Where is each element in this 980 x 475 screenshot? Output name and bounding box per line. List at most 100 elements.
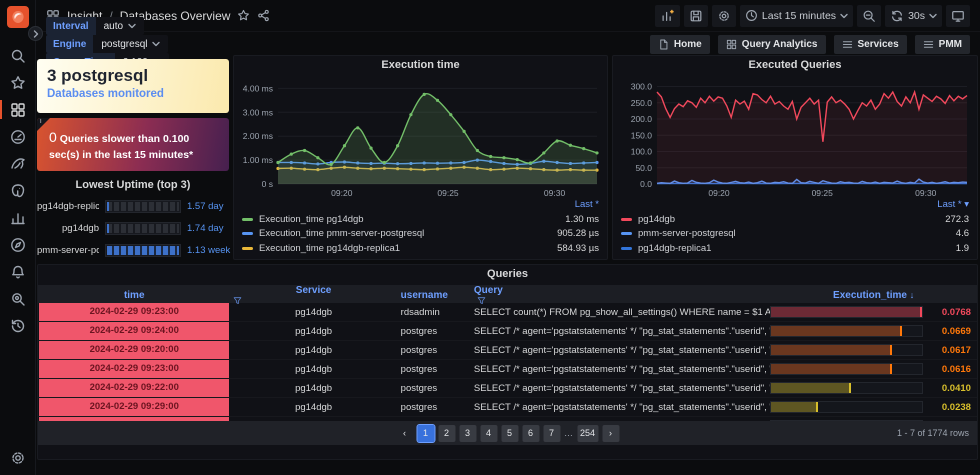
time-range-label: Last 15 minutes: [761, 9, 837, 22]
star-outline-icon[interactable]: [237, 9, 250, 22]
sidebar-item-node[interactable]: [0, 123, 36, 150]
sidebar-expand-button[interactable]: [28, 26, 43, 41]
mysql-dolphin-icon: [10, 157, 25, 169]
sidebar: [0, 0, 36, 475]
dashboard-settings-button[interactable]: [711, 4, 736, 27]
nav-link-home[interactable]: Home: [649, 34, 710, 54]
zoom-out-time-button[interactable]: [857, 4, 882, 27]
sidebar-item-postgresql[interactable]: [0, 177, 36, 204]
pagination-page-2[interactable]: 2: [437, 424, 455, 442]
kiosk-mode-button[interactable]: [946, 4, 970, 27]
column-header-service[interactable]: Service: [230, 285, 396, 305]
legend-label: pg14dgb: [638, 213, 675, 225]
legend-item[interactable]: Execution_time pg14dgb-replica1 584.93 µs: [242, 241, 599, 256]
pagination-page-7[interactable]: 7: [542, 424, 560, 442]
sidebar-item-history[interactable]: [0, 312, 36, 339]
execution-time-bar-fill: [771, 307, 923, 317]
uptime-row: pg14dgb 1.74 day: [37, 218, 229, 238]
svg-text:3.00 ms: 3.00 ms: [243, 107, 273, 117]
panel-title[interactable]: Executed Queries: [613, 56, 977, 74]
uptime-row: pmm-server-postgre... 1.13 week: [37, 240, 231, 260]
uptime-bar-fill: [107, 201, 109, 211]
pagination-page-3[interactable]: 3: [458, 424, 476, 442]
sidebar-item-search[interactable]: [0, 42, 36, 69]
legend-header-last[interactable]: Last *: [242, 199, 599, 212]
legend-value: 905.28 µs: [557, 228, 599, 240]
legend-item[interactable]: pg14dgb-replica1 1.9: [621, 241, 969, 256]
panel-title[interactable]: Execution time: [234, 56, 607, 74]
sidebar-item-query-analytics[interactable]: [0, 285, 36, 312]
sidebar-item-mysql[interactable]: [0, 150, 36, 177]
cell-execution-time-value: 0.0410: [941, 382, 971, 394]
svg-text:09:30: 09:30: [915, 188, 937, 198]
pagination-page-6[interactable]: 6: [521, 424, 539, 442]
table-row[interactable]: 2024-02-29 09:23:00 pg14dgb postgres SELECT…: [38, 360, 977, 379]
pmm-logo[interactable]: [6, 6, 29, 28]
sidebar-item-starred[interactable]: [0, 69, 36, 96]
filter-value-dropdown[interactable]: auto: [95, 17, 145, 35]
legend-header-last[interactable]: Last * ▾: [621, 199, 969, 212]
svg-text:4.00 ms: 4.00 ms: [243, 83, 273, 93]
legend-item[interactable]: Execution_time pg14dgb 1.30 ms: [242, 212, 599, 227]
share-icon[interactable]: [257, 9, 270, 22]
pagination-prev[interactable]: ‹: [396, 425, 413, 442]
filter-value-dropdown[interactable]: postgresql: [93, 35, 169, 53]
uptime-value: 1.13 week: [187, 244, 231, 256]
sidebar-item-query-stats[interactable]: [0, 204, 36, 231]
table-row[interactable]: 2024-02-29 09:20:00 pg14dgb postgres SELECT…: [38, 341, 977, 360]
svg-text:09:20: 09:20: [331, 188, 353, 198]
cell-execution-time-value: 0.0238: [941, 401, 971, 413]
cell-service: pg14dgb: [295, 306, 333, 318]
uptime-value: 1.74 day: [187, 222, 224, 234]
sidebar-item-alerting[interactable]: [0, 258, 36, 285]
pmm-dashboard: Insight / Databases Overview Last 15 min…: [0, 0, 980, 475]
column-header-time[interactable]: time: [38, 290, 230, 301]
panel-title[interactable]: Queries: [38, 265, 977, 283]
execution-time-chart[interactable]: 0 s 1.00 ms 2.00 ms 3.00 ms 4.00 ms 09:20 09:2…: [234, 74, 607, 199]
cell-username: rdsadmin: [400, 306, 440, 318]
databases-monitored-value: 3 postgresql: [47, 66, 149, 85]
legend-swatch: [242, 232, 253, 236]
legend-label: pg14dgb-replica1: [638, 242, 712, 254]
pagination-page-254[interactable]: 254: [576, 424, 599, 442]
table-row[interactable]: 2024-02-29 09:24:00 pg14dgb postgres SELECT…: [38, 322, 977, 341]
time-range-picker[interactable]: Last 15 minutes: [739, 4, 854, 27]
legend-item[interactable]: Execution_time pmm-server-postgresql 905.…: [242, 227, 599, 242]
nav-link-services[interactable]: Services: [833, 34, 907, 54]
cell-query: SELECT /* agent='pgstatstatements' */ "p…: [473, 325, 770, 337]
save-dashboard-button[interactable]: [683, 4, 708, 27]
sidebar-item-explore[interactable]: [0, 231, 36, 258]
column-header-execution_time[interactable]: Execution_time ↓: [770, 290, 977, 301]
pagination-page-4[interactable]: 4: [479, 424, 497, 442]
table-header-row: time Service username Query Execution_time ↓: [38, 285, 977, 305]
legend-item[interactable]: pg14dgb 272.3: [621, 212, 969, 227]
nav-link-pmm[interactable]: PMM: [914, 34, 970, 54]
pagination-next[interactable]: ›: [602, 424, 620, 442]
panel-title[interactable]: Lowest Uptime (top 3): [37, 176, 229, 194]
legend-value: 4.6: [955, 228, 969, 240]
pagination-page-1[interactable]: 1: [415, 423, 435, 443]
sidebar-item-settings[interactable]: [0, 444, 36, 471]
refresh-button[interactable]: 30s: [885, 4, 942, 27]
cell-execution-time-value: 0.0616: [941, 363, 971, 375]
table-row[interactable]: 2024-02-29 09:23:00 pg14dgb rdsadmin SELECT…: [38, 303, 977, 322]
nav-link-query-analytics[interactable]: Query Analytics: [717, 34, 826, 54]
uptime-bar-fill: [107, 223, 110, 233]
uptime-value: 1.57 day: [187, 200, 224, 212]
cell-service: pg14dgb: [295, 344, 333, 356]
add-panel-button[interactable]: [654, 4, 680, 27]
column-header-username[interactable]: username: [397, 290, 470, 301]
pagination-page-5[interactable]: 5: [500, 424, 518, 442]
table-row[interactable]: 2024-02-29 09:22:00 pg14dgb postgres SELECT…: [38, 379, 977, 398]
sidebar-item-dashboards[interactable]: [0, 96, 36, 123]
postgresql-elephant-icon: [11, 183, 24, 197]
legend-item[interactable]: pmm-server-postgresql 4.6: [621, 227, 969, 242]
executed-queries-chart[interactable]: 0.0 50.0 100.0 150.0 200.0 250.0 300.0 09:20 09:…: [613, 74, 977, 199]
uptime-bar: [105, 243, 181, 257]
table-row[interactable]: 2024-02-29 09:29:00 pg14dgb postgres SELECT…: [38, 398, 977, 417]
column-header-query[interactable]: Query: [470, 285, 770, 305]
svg-text:09:25: 09:25: [812, 188, 834, 198]
svg-text:09:30: 09:30: [544, 188, 566, 198]
databases-monitored-card: 3 postgresql Databases monitored: [37, 59, 229, 113]
execution-time-bar-fill: [771, 364, 892, 374]
